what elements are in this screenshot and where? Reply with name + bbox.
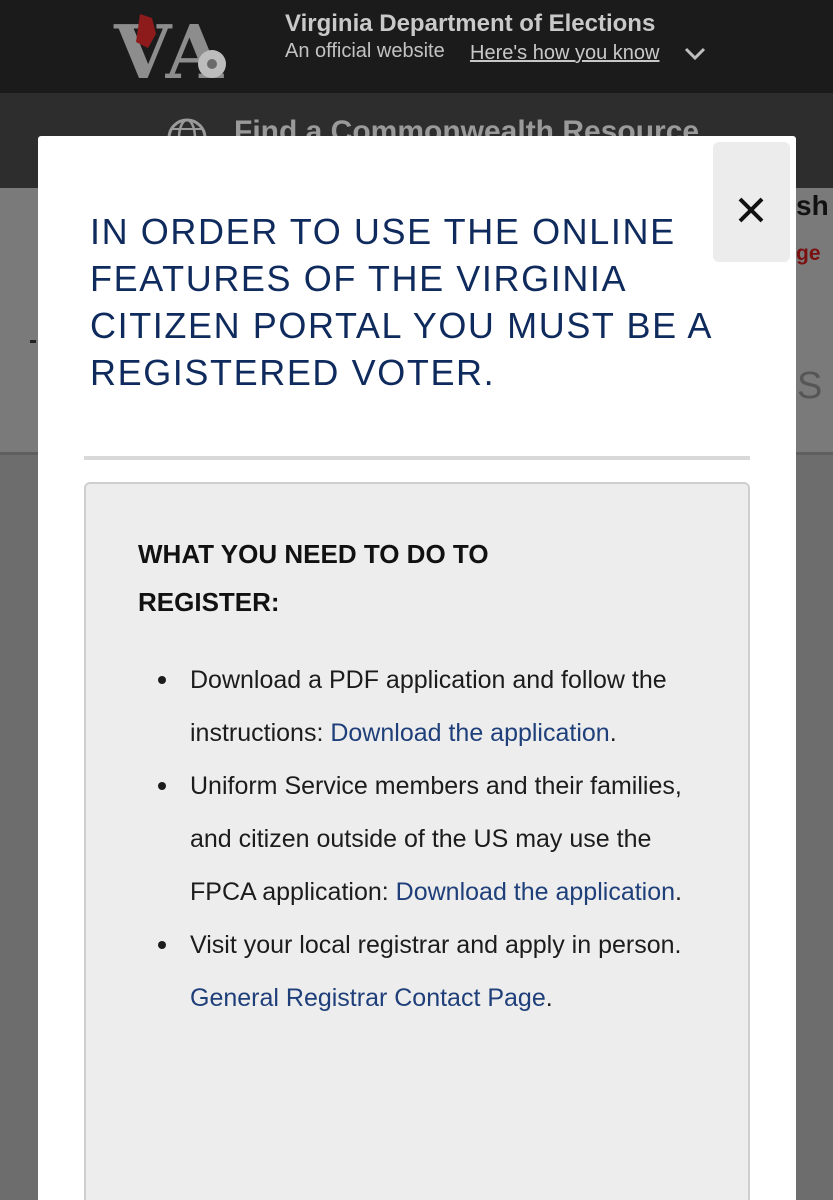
register-instructions-panel: WHAT YOU NEED TO DO TO REGISTER: Downloa… [84, 482, 750, 1200]
background-heading-fragment: sh [796, 190, 829, 221]
modal-title: IN ORDER TO USE THE ONLINE FEATURES OF T… [90, 211, 711, 393]
virginia-logo-icon[interactable]: VA [112, 8, 242, 86]
list-item: Visit your local registrar and apply in … [158, 919, 720, 1025]
site-title: Virginia Department of Elections [285, 10, 656, 37]
panel-heading: WHAT YOU NEED TO DO TO REGISTER: [138, 539, 489, 617]
modal-divider [84, 456, 750, 460]
general-registrar-contact-link[interactable]: General Registrar Contact Page [190, 984, 546, 1012]
download-application-link[interactable]: Download the application [330, 719, 609, 747]
list-item: Uniform Service members and their famili… [158, 760, 720, 919]
background-link-fragment: ge [796, 242, 821, 265]
step-text-end: . [609, 719, 617, 747]
register-steps-list: Download a PDF application and follow th… [158, 654, 720, 1025]
close-icon[interactable] [737, 196, 765, 224]
registration-modal: IN ORDER TO USE THE ONLINE FEATURES OF T… [38, 136, 796, 1200]
step-text-end: . [545, 984, 553, 1012]
list-item: Download a PDF application and follow th… [158, 654, 720, 760]
how-you-know-link[interactable]: Here's how you know [470, 42, 659, 65]
background-letter-fragment: S [797, 365, 823, 407]
background-mark [30, 340, 36, 343]
step-text-end: . [675, 878, 682, 906]
official-website-text: An official website [285, 40, 445, 62]
step-text: Visit your local registrar and apply in … [190, 931, 682, 959]
chevron-down-icon[interactable] [683, 44, 707, 64]
download-fpca-application-link[interactable]: Download the application [396, 878, 675, 906]
site-header: VA Virginia Department of Elections An o… [0, 0, 833, 93]
